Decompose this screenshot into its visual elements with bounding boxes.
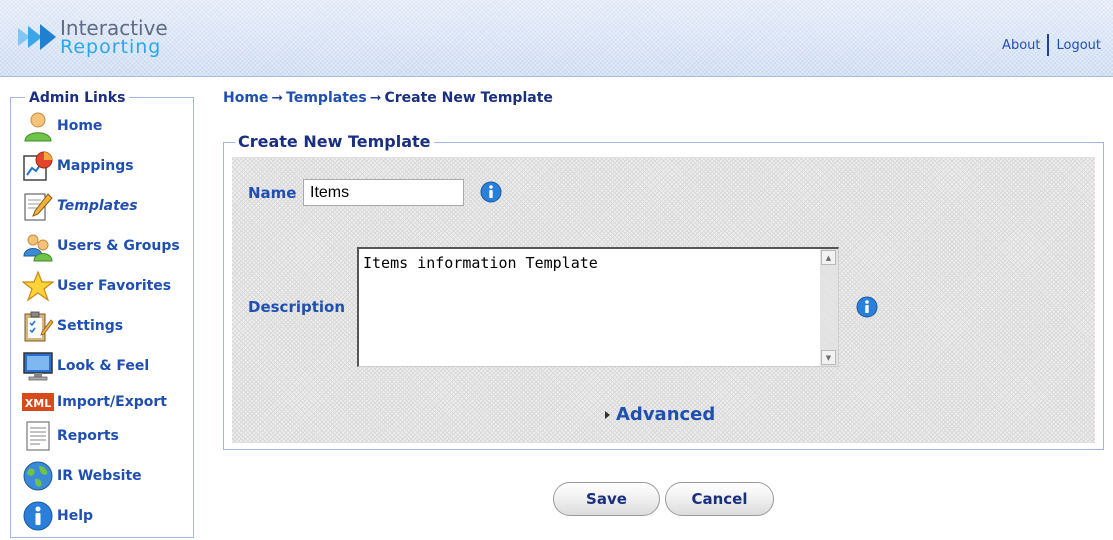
sidebar-title: Admin Links — [25, 90, 130, 106]
breadcrumb-separator: ➞ — [271, 90, 284, 106]
sidebar-item-help[interactable]: Help — [21, 498, 93, 534]
sidebar-item-label: IR Website — [57, 468, 142, 484]
sidebar-item-import-export[interactable]: XML Import/Export — [21, 384, 167, 420]
sidebar-item-look-feel[interactable]: Look & Feel — [21, 348, 149, 384]
mappings-chart-icon — [21, 149, 55, 183]
scroll-down-icon[interactable]: ▼ — [821, 350, 836, 365]
name-label: Name — [248, 184, 297, 202]
sidebar-item-ir-website[interactable]: IR Website — [21, 458, 142, 494]
sidebar-item-reports[interactable]: Reports — [21, 418, 119, 454]
star-icon — [21, 269, 55, 303]
advanced-label: Advanced — [616, 404, 716, 425]
templates-pencil-icon — [21, 189, 55, 223]
xml-icon: XML — [21, 385, 55, 419]
svg-text:XML: XML — [25, 397, 51, 410]
about-link[interactable]: About — [1002, 38, 1040, 53]
app-logo[interactable]: Interactive Reporting — [16, 16, 176, 60]
logo-text-reporting: Reporting — [60, 36, 162, 58]
sidebar-item-users-groups[interactable]: Users & Groups — [21, 228, 180, 264]
logo-arrows-icon — [18, 24, 56, 50]
expand-triangle-icon — [605, 410, 610, 419]
scroll-up-icon[interactable]: ▲ — [821, 250, 836, 265]
breadcrumb: Home ➞ Templates ➞ Create New Template — [223, 90, 553, 106]
advanced-toggle[interactable]: Advanced — [605, 404, 715, 425]
cancel-button[interactable]: Cancel — [665, 482, 774, 516]
sidebar-item-label: Users & Groups — [57, 238, 180, 254]
sidebar-item-label: Help — [57, 508, 94, 524]
users-groups-icon — [21, 229, 55, 263]
sidebar-item-templates[interactable]: Templates — [21, 188, 138, 224]
top-links-divider — [1047, 34, 1050, 56]
breadcrumb-current: Create New Template — [384, 90, 553, 106]
save-button[interactable]: Save — [553, 482, 660, 516]
sidebar-item-label: Look & Feel — [57, 358, 150, 374]
sidebar-item-user-favorites[interactable]: User Favorites — [21, 268, 171, 304]
sidebar-item-label: Home — [57, 118, 103, 134]
sidebar-item-settings[interactable]: Settings — [21, 308, 123, 344]
globe-icon — [21, 459, 55, 493]
help-info-icon — [21, 499, 55, 533]
sidebar-item-label: Reports — [57, 428, 119, 444]
description-textarea[interactable]: Items information Template ▲ ▼ — [357, 247, 839, 367]
logout-link[interactable]: Logout — [1056, 38, 1101, 53]
panel-title: Create New Template — [235, 132, 434, 151]
sidebar-item-label: Import/Export — [57, 394, 167, 410]
admin-links-sidebar: Admin Links Home Mappings Templates User… — [10, 90, 194, 538]
monitor-icon — [21, 349, 55, 383]
sidebar-item-label: Settings — [57, 318, 124, 334]
description-info-icon[interactable] — [856, 296, 878, 318]
sidebar-item-label: Mappings — [57, 158, 134, 174]
settings-clipboard-icon — [21, 309, 55, 343]
name-field[interactable] — [303, 179, 464, 206]
sidebar-item-home[interactable]: Home — [21, 108, 102, 144]
breadcrumb-separator: ➞ — [369, 90, 382, 106]
description-scrollbar[interactable]: ▲ ▼ — [820, 249, 838, 366]
description-label: Description — [248, 298, 346, 316]
app-header: Interactive Reporting About Logout — [0, 0, 1113, 77]
name-info-icon[interactable] — [480, 181, 502, 203]
top-links: About Logout — [1002, 34, 1101, 56]
sidebar-item-label: User Favorites — [57, 278, 172, 294]
sidebar-item-label: Templates — [57, 198, 138, 214]
report-document-icon — [21, 419, 55, 453]
sidebar-item-mappings[interactable]: Mappings — [21, 148, 134, 184]
description-text: Items information Template — [363, 254, 598, 272]
breadcrumb-templates-link[interactable]: Templates — [286, 90, 367, 106]
breadcrumb-home-link[interactable]: Home — [223, 90, 268, 106]
home-user-icon — [21, 109, 55, 143]
